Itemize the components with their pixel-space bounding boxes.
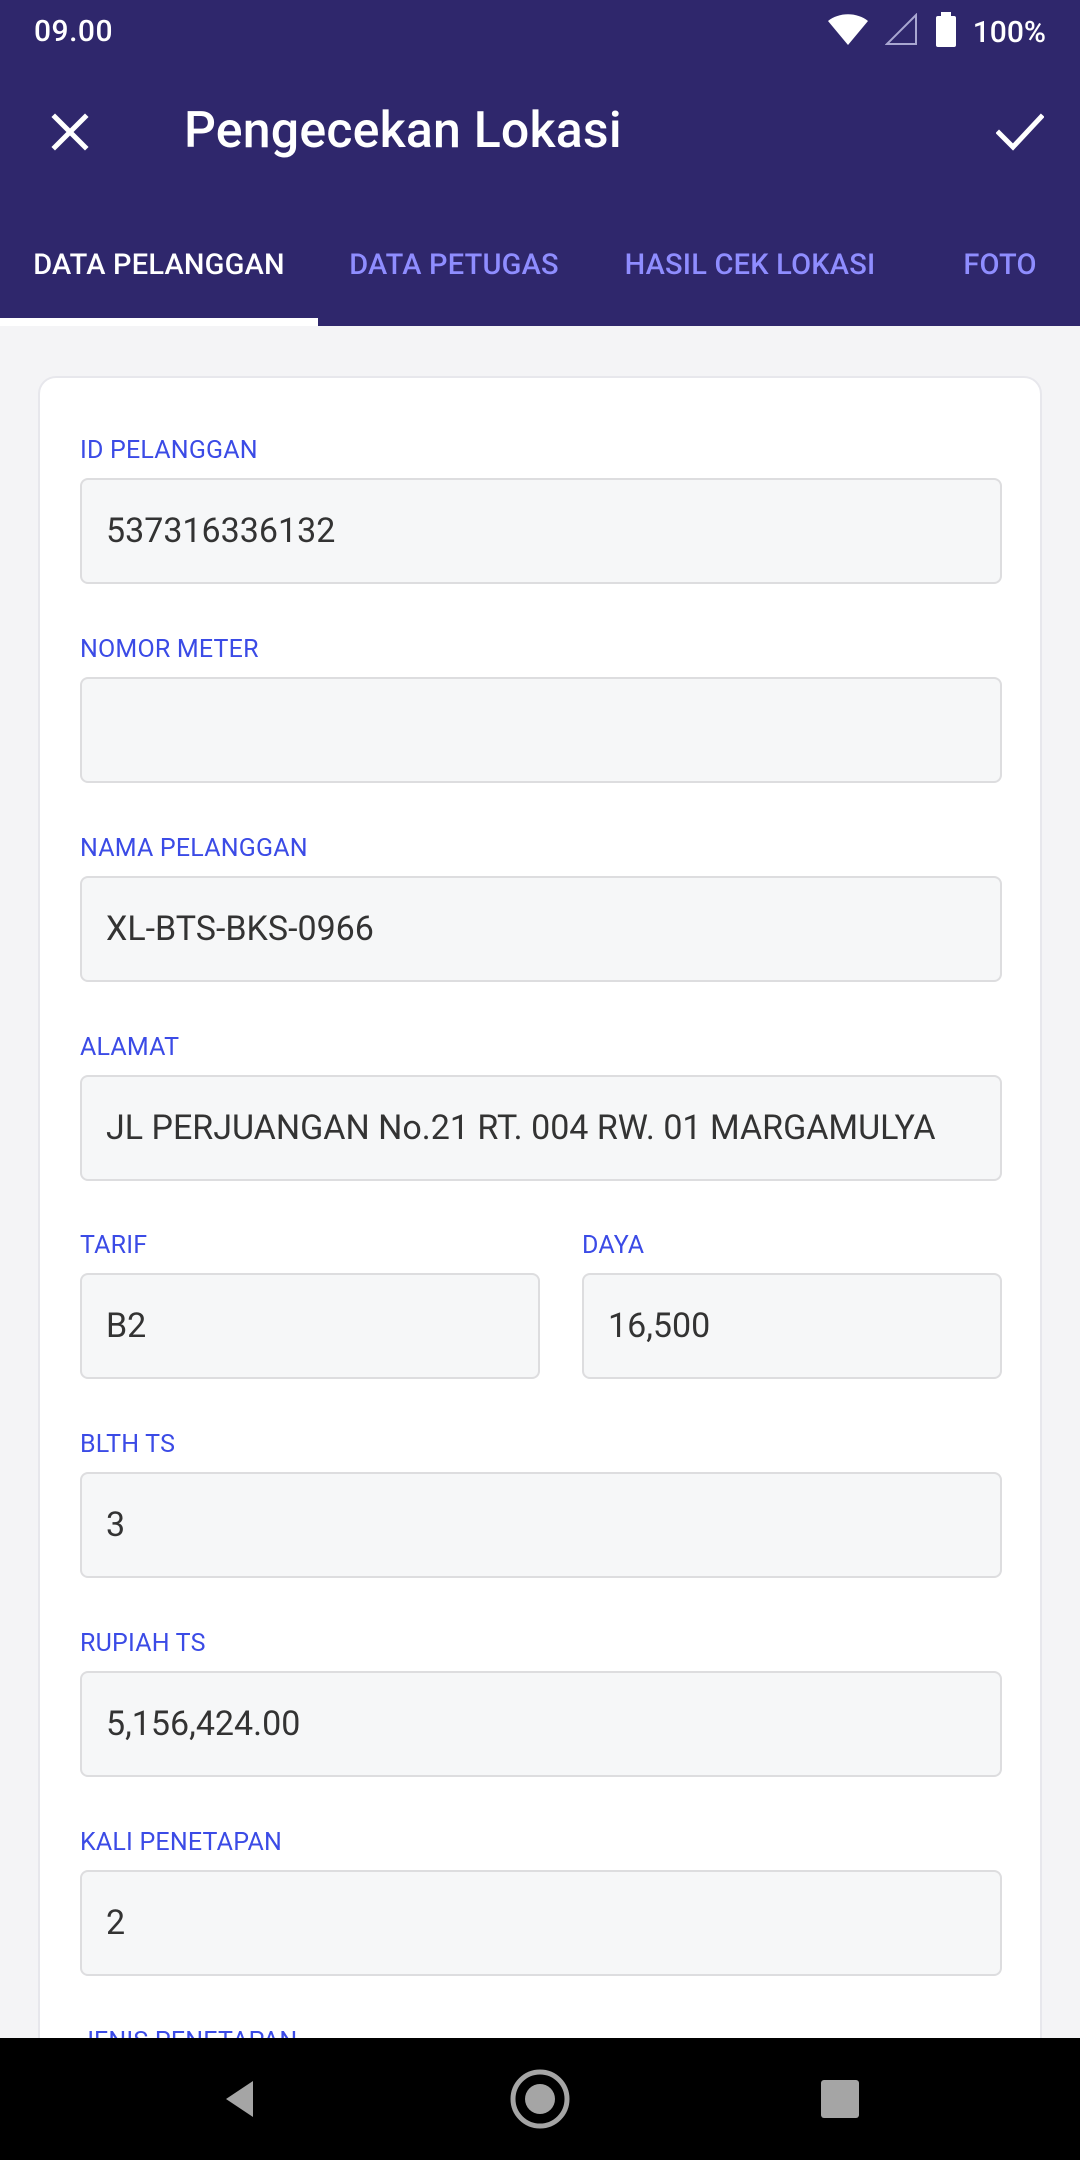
kali-penetapan-label: KALI PENETAPAN <box>80 1828 283 1857</box>
recents-button[interactable] <box>805 2066 875 2136</box>
page-title: Pengecekan Lokasi <box>184 102 622 160</box>
rupiah-ts-label: RUPIAH TS <box>80 1629 206 1658</box>
tab-data-pelanggan[interactable]: DATA PELANGGAN <box>0 204 318 326</box>
jenis-penetapan-label: JENIS PENETAPAN <box>80 2027 297 2038</box>
tab-data-petugas[interactable]: DATA PETUGAS <box>318 204 590 326</box>
status-time: 09.00 <box>34 14 114 49</box>
signal-icon <box>884 12 919 51</box>
battery-icon <box>935 12 957 52</box>
nama-pelanggan-field[interactable] <box>80 876 1002 982</box>
rupiah-ts-field[interactable] <box>80 1671 1002 1777</box>
id-pelanggan-field[interactable] <box>80 478 1002 584</box>
close-icon <box>49 111 91 157</box>
wifi-icon <box>827 13 869 51</box>
tab-bar: DATA PELANGGAN DATA PETUGAS HASIL CEK LO… <box>0 204 1080 326</box>
tarif-label: TARIF <box>80 1231 148 1260</box>
battery-percentage: 100% <box>972 14 1046 50</box>
content-area: ID PELANGGAN NOMOR METER NAMA PELANGGAN … <box>0 326 1080 2038</box>
app-header: 09.00 100% Pengecekan Lokasi DATA PELANG… <box>0 0 1080 326</box>
check-icon <box>995 112 1045 156</box>
home-icon <box>508 2067 572 2135</box>
status-icons: 100% <box>827 12 1046 52</box>
home-button[interactable] <box>505 2066 575 2136</box>
kali-penetapan-field[interactable] <box>80 1870 1002 1976</box>
daya-label: DAYA <box>582 1231 645 1260</box>
daya-field[interactable] <box>582 1273 1002 1379</box>
active-tab-indicator <box>0 318 318 326</box>
back-button[interactable] <box>205 2066 275 2136</box>
customer-data-card: ID PELANGGAN NOMOR METER NAMA PELANGGAN … <box>38 376 1042 2038</box>
toolbar: Pengecekan Lokasi <box>0 64 1080 204</box>
tab-foto[interactable]: FOTO <box>910 204 1080 326</box>
status-bar: 09.00 100% <box>0 0 1080 64</box>
alamat-label: ALAMAT <box>80 1033 180 1062</box>
blth-ts-label: BLTH TS <box>80 1430 176 1459</box>
recents-icon <box>819 2078 861 2124</box>
id-pelanggan-label: ID PELANGGAN <box>80 436 258 465</box>
nomor-meter-label: NOMOR METER <box>80 635 259 664</box>
app-screen: 09.00 100% Pengecekan Lokasi DATA PELANG… <box>0 0 1080 2160</box>
nomor-meter-field[interactable] <box>80 677 1002 783</box>
close-button[interactable] <box>30 94 110 174</box>
tab-hasil-cek-lokasi[interactable]: HASIL CEK LOKASI <box>590 204 910 326</box>
blth-ts-field[interactable] <box>80 1472 1002 1578</box>
alamat-field[interactable] <box>80 1075 1002 1181</box>
system-navigation-bar <box>0 2038 1080 2160</box>
confirm-button[interactable] <box>980 94 1060 174</box>
nama-pelanggan-label: NAMA PELANGGAN <box>80 834 308 863</box>
back-icon <box>218 2077 262 2125</box>
tarif-field[interactable] <box>80 1273 540 1379</box>
